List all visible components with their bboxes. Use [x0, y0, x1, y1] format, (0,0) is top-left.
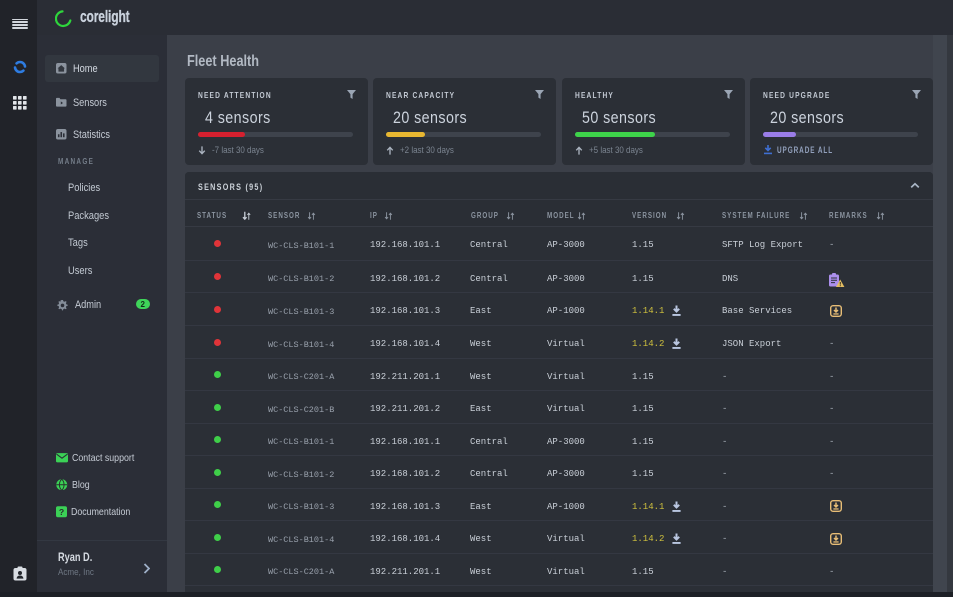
svg-text:?: ?: [59, 507, 64, 517]
